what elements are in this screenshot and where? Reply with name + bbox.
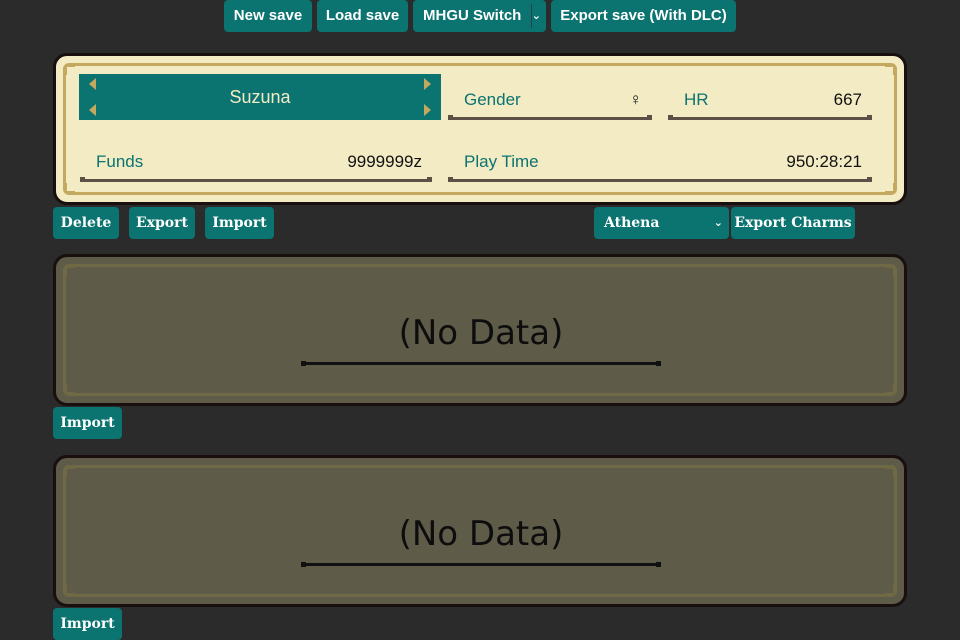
frame-corner <box>885 266 895 276</box>
frame-corner <box>65 266 75 276</box>
field-underline <box>668 115 872 120</box>
banner-notch <box>424 104 431 116</box>
banner-notch <box>424 78 431 90</box>
frame-corner <box>65 384 75 394</box>
gender-label: Gender <box>464 90 521 109</box>
save-slot-3: (No Data) <box>53 455 907 607</box>
gender-field[interactable]: Gender ♀ <box>448 80 652 120</box>
banner-notch <box>89 78 96 90</box>
frame-corner <box>885 467 895 477</box>
chevron-down-icon: ⌄ <box>713 216 723 229</box>
frame-corner <box>65 467 75 477</box>
hr-label: HR <box>684 90 709 109</box>
funds-field[interactable]: Funds 9999999z <box>80 142 432 182</box>
character-name-banner[interactable]: Suzuna <box>79 74 441 120</box>
no-data-label: (No Data) <box>398 514 564 554</box>
banner-notch <box>89 104 96 116</box>
import-button[interactable]: Import <box>53 407 122 439</box>
no-data-label: (No Data) <box>398 313 564 353</box>
funds-value: 9999999z <box>347 152 422 171</box>
field-underline <box>80 177 432 182</box>
playtime-label: Play Time <box>464 152 539 171</box>
chevron-down-icon: ⌄ <box>531 9 541 22</box>
frame-corner <box>65 585 75 595</box>
frame-corner <box>885 65 895 75</box>
save-slot-1: Suzuna Gender ♀ HR 667 Funds 9999999z Pl… <box>53 53 907 205</box>
platform-select-value: MHGU Switch <box>423 7 522 24</box>
frame-corner <box>65 183 75 193</box>
delete-button[interactable]: Delete <box>53 207 119 239</box>
playtime-value: 950:28:21 <box>786 152 862 171</box>
playtime-field[interactable]: Play Time 950:28:21 <box>448 142 872 182</box>
frame-corner <box>885 585 895 595</box>
export-button[interactable]: Export <box>129 207 195 239</box>
frame-corner <box>885 183 895 193</box>
save-slot-2: (No Data) <box>53 254 907 406</box>
load-save-button[interactable]: Load save <box>317 0 408 32</box>
new-save-button[interactable]: New save <box>224 0 312 32</box>
import-button[interactable]: Import <box>205 207 274 239</box>
field-underline <box>448 177 872 182</box>
no-data-underline <box>301 562 661 567</box>
character-name: Suzuna <box>229 87 291 107</box>
funds-label: Funds <box>96 152 144 171</box>
female-icon: ♀ <box>629 90 642 109</box>
hr-field[interactable]: HR 667 <box>668 80 872 120</box>
no-data-underline <box>301 361 661 366</box>
field-underline <box>448 115 652 120</box>
charm-source-value: Athena <box>604 215 660 231</box>
platform-select[interactable]: MHGU Switch ⌄ <box>413 0 546 32</box>
export-charms-button[interactable]: Export Charms <box>731 207 855 239</box>
frame-corner <box>65 65 75 75</box>
export-save-dlc-button[interactable]: Export save (With DLC) <box>551 0 736 32</box>
import-button[interactable]: Import <box>53 608 122 640</box>
hr-value: 667 <box>833 90 862 109</box>
charm-source-select[interactable]: Athena ⌄ <box>594 207 729 239</box>
frame-corner <box>885 384 895 394</box>
